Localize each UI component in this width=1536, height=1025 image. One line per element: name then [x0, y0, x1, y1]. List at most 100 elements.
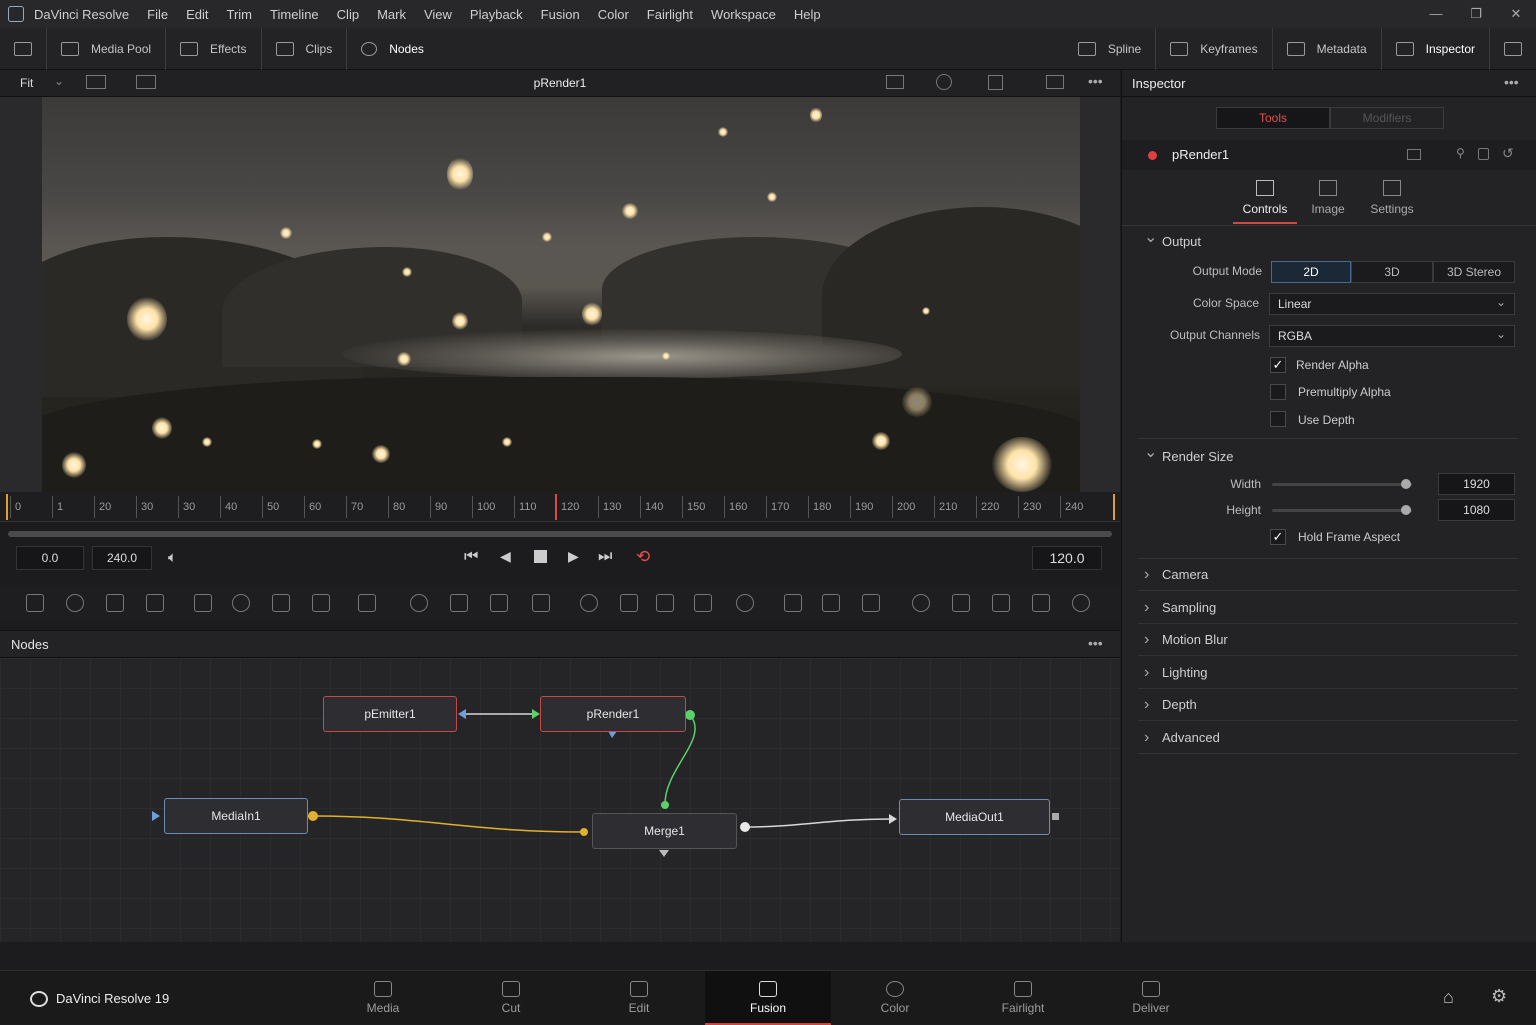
roi-icon[interactable] — [886, 75, 904, 89]
width-slider[interactable] — [1272, 483, 1412, 486]
bspline-mask-icon[interactable] — [656, 594, 674, 612]
node-prender[interactable]: pRender1 — [540, 696, 686, 732]
resize-tool-icon[interactable] — [580, 594, 598, 612]
subtab-controls[interactable]: Controls — [1233, 172, 1297, 224]
menu-edit[interactable]: Edit — [186, 7, 208, 22]
page-fusion[interactable]: Fusion — [705, 971, 831, 1025]
output-channels-dropdown[interactable]: RGBA ⌄ — [1269, 325, 1515, 347]
background-tool-icon[interactable] — [26, 594, 44, 612]
fullscreen-button[interactable] — [1490, 28, 1536, 70]
loop-icon[interactable]: ⟲ — [636, 547, 650, 567]
paint-tool-icon[interactable] — [146, 594, 164, 612]
merge-tool-icon[interactable] — [410, 594, 428, 612]
viewer[interactable] — [0, 97, 1120, 492]
camera3d-icon[interactable] — [1032, 594, 1050, 612]
hold-frame-aspect-checkbox[interactable]: ✓ — [1270, 529, 1286, 545]
close-icon[interactable]: ✕ — [1496, 0, 1536, 28]
width-slider-knob[interactable] — [1401, 479, 1411, 489]
menu-file[interactable]: File — [147, 7, 168, 22]
version-icon[interactable] — [1407, 149, 1421, 160]
subtab-image[interactable]: Image — [1300, 172, 1356, 224]
play-icon[interactable]: ▶ — [568, 548, 579, 565]
height-field[interactable]: 1080 — [1438, 499, 1515, 521]
transform-tool-icon[interactable] — [532, 594, 550, 612]
view-layout-icon[interactable] — [86, 75, 106, 89]
current-time-field[interactable]: 120.0 — [1032, 546, 1102, 570]
section-advanced[interactable]: Advanced — [1138, 722, 1518, 754]
matte-control-icon[interactable] — [490, 594, 508, 612]
text-tool-icon[interactable] — [106, 594, 124, 612]
display-icon[interactable] — [1046, 75, 1064, 89]
time-ruler[interactable]: 0 1 20 30 30 40 50 60 70 80 90 100 110 120 130 140 150 16… — [0, 492, 1120, 522]
media-pool-button[interactable]: Media Pool — [47, 27, 167, 70]
polygon-mask-icon[interactable] — [620, 594, 638, 612]
pkill-icon[interactable] — [862, 594, 880, 612]
output-mode-2d[interactable]: 2D — [1271, 261, 1351, 283]
page-color[interactable]: Color — [832, 971, 958, 1025]
menu-clip[interactable]: Clip — [337, 7, 359, 22]
brightness-contrast-icon[interactable] — [272, 594, 290, 612]
menu-help[interactable]: Help — [794, 7, 821, 22]
particle-tool-icon[interactable] — [194, 594, 212, 612]
skip-to-start-icon[interactable]: ⏮︎ — [464, 548, 478, 566]
speaker-icon[interactable]: 🔈︎ — [168, 549, 177, 566]
stop-icon[interactable] — [534, 550, 547, 563]
section-lighting[interactable]: Lighting — [1138, 657, 1518, 689]
menu-timeline[interactable]: Timeline — [270, 7, 319, 22]
node-mediaout[interactable]: MediaOut1 — [899, 799, 1050, 835]
height-slider-knob[interactable] — [1401, 505, 1411, 515]
section-output[interactable]: Output — [1138, 222, 1518, 258]
render3d-icon[interactable] — [1072, 594, 1090, 612]
menu-fusion[interactable]: Fusion — [541, 7, 580, 22]
render-alpha-checkbox[interactable]: ✓ — [1270, 357, 1286, 373]
menu-view[interactable]: View — [424, 7, 452, 22]
color-corrector-icon[interactable] — [232, 594, 250, 612]
gear-icon[interactable]: ⚙ — [1491, 986, 1507, 1007]
node-merge[interactable]: Merge1 — [592, 813, 737, 849]
home-icon[interactable]: ⌂ — [1443, 987, 1454, 1008]
output-mode-3d-stereo[interactable]: 3D Stereo — [1433, 261, 1515, 283]
menu-fairlight[interactable]: Fairlight — [647, 7, 693, 22]
reset-icon[interactable]: ↺ — [1502, 145, 1514, 162]
merge3d-icon[interactable] — [952, 594, 970, 612]
view-split-icon[interactable] — [136, 75, 156, 89]
pemitter-icon[interactable] — [784, 594, 802, 612]
more-options-icon[interactable]: ••• — [1088, 635, 1103, 651]
loader-tool-icon[interactable] — [66, 594, 84, 612]
text3d-icon[interactable] — [992, 594, 1010, 612]
skip-to-end-icon[interactable]: ⏭︎ — [598, 548, 612, 566]
play-reverse-icon[interactable]: ◀ — [500, 548, 511, 565]
tab-tools[interactable]: Tools — [1216, 107, 1330, 129]
time-scrollbar[interactable] — [8, 531, 1112, 537]
width-field[interactable]: 1920 — [1438, 473, 1515, 495]
clips-button[interactable]: Clips — [262, 27, 348, 70]
section-camera[interactable]: Camera — [1138, 559, 1518, 591]
lock-icon[interactable] — [1478, 148, 1489, 160]
zoom-dropdown[interactable]: Fit — [20, 76, 33, 90]
node-pemitter[interactable]: pEmitter1 — [323, 696, 457, 732]
more-options-icon[interactable]: ••• — [1088, 73, 1103, 89]
glow-tool-icon[interactable] — [358, 594, 376, 612]
shape3d-icon[interactable] — [912, 594, 930, 612]
output-mode-3d[interactable]: 3D — [1351, 261, 1433, 283]
grid-icon[interactable] — [988, 75, 1003, 90]
minimize-icon[interactable]: — — [1416, 0, 1456, 28]
tab-modifiers[interactable]: Modifiers — [1330, 107, 1444, 129]
nodes-button[interactable]: Nodes — [347, 28, 438, 70]
pin-icon[interactable]: ⚲ — [1456, 146, 1465, 160]
render-range-end[interactable] — [1113, 494, 1115, 520]
blur-tool-icon[interactable] — [312, 594, 330, 612]
global-start-field[interactable]: 0.0 — [16, 546, 84, 570]
metadata-button[interactable]: Metadata — [1273, 28, 1382, 70]
height-slider[interactable] — [1272, 509, 1412, 512]
channel-boolean-icon[interactable] — [450, 594, 468, 612]
section-render-size[interactable]: Render Size — [1138, 437, 1518, 473]
menu-mark[interactable]: Mark — [377, 7, 406, 22]
keyframes-button[interactable]: Keyframes — [1156, 28, 1273, 70]
tracker-icon[interactable] — [736, 594, 754, 612]
maximize-icon[interactable]: ❐ — [1456, 0, 1496, 28]
node-mediain[interactable]: MediaIn1 — [164, 798, 308, 834]
playhead[interactable] — [555, 494, 557, 520]
page-media[interactable]: Media — [320, 971, 446, 1025]
color-channel-icon[interactable] — [936, 74, 952, 90]
